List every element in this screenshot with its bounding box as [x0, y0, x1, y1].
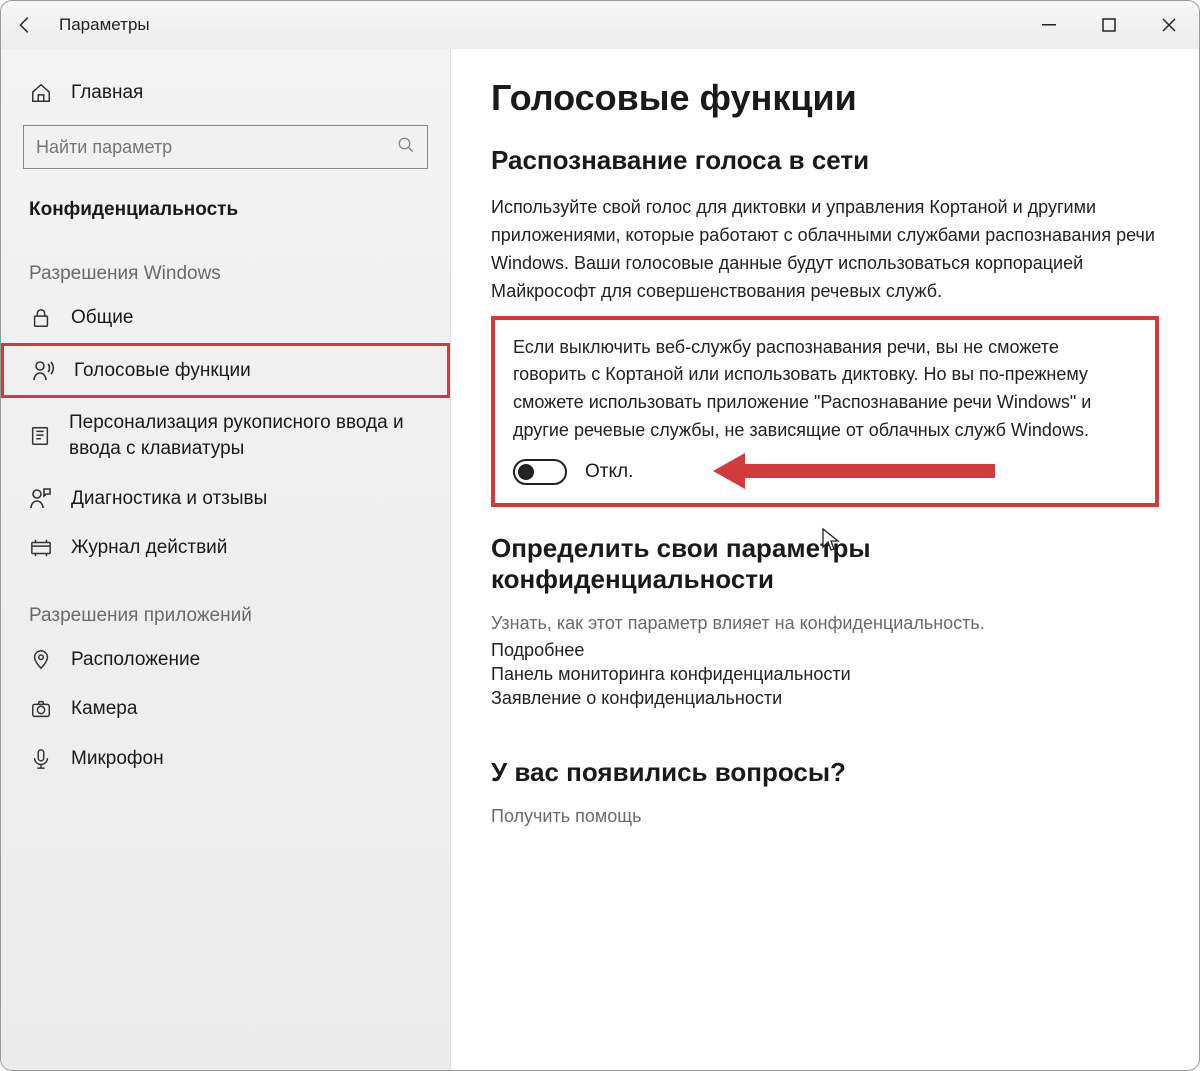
sidebar-item-label: Камера [71, 696, 137, 722]
sidebar-item-activity[interactable]: Журнал действий [1, 523, 450, 573]
maximize-button[interactable] [1079, 1, 1139, 49]
sidebar-section-windows: Разрешения Windows [1, 231, 450, 293]
minimize-button[interactable] [1019, 1, 1079, 49]
home-icon [29, 81, 53, 105]
search-box[interactable] [23, 125, 428, 169]
link-dashboard[interactable]: Панель мониторинга конфиденциальности [491, 664, 1159, 685]
link-more[interactable]: Подробнее [491, 640, 1159, 661]
search-icon [397, 136, 415, 158]
section-privacy-heading: Определить свои параметры конфиденциальн… [491, 533, 1159, 595]
titlebar: Параметры [1, 1, 1199, 49]
location-icon [29, 648, 53, 672]
search-input[interactable] [36, 137, 397, 158]
link-statement[interactable]: Заявление о конфиденциальности [491, 688, 1159, 709]
sidebar-item-label: Микрофон [71, 746, 164, 772]
sidebar-item-inking[interactable]: Персонализация рукописного ввода и ввода… [1, 398, 450, 473]
section-questions-heading: У вас появились вопросы? [491, 757, 1159, 788]
highlight-box: Если выключить веб-службу распознавания … [491, 316, 1159, 508]
annotation-arrow [713, 453, 995, 489]
history-icon [29, 536, 53, 560]
mic-icon [29, 747, 53, 771]
toggle-description: Если выключить веб-службу распознавания … [513, 334, 1137, 446]
link-help[interactable]: Получить помощь [491, 806, 1159, 827]
sidebar-item-location[interactable]: Расположение [1, 635, 450, 685]
toggle-knob [518, 464, 534, 480]
sidebar-group-label: Конфиденциальность [1, 181, 450, 231]
sidebar-item-label: Журнал действий [71, 535, 227, 561]
sidebar-item-camera[interactable]: Камера [1, 684, 450, 734]
page-title: Голосовые функции [491, 77, 1159, 119]
ink-icon [29, 424, 51, 448]
sidebar-item-label: Персонализация рукописного ввода и ввода… [69, 410, 422, 461]
sidebar-item-label: Диагностика и отзывы [71, 486, 267, 512]
sidebar-item-feedback[interactable]: Диагностика и отзывы [1, 474, 450, 524]
sidebar-home[interactable]: Главная [1, 69, 450, 117]
toggle-state-label: Откл. [585, 461, 633, 483]
sidebar-home-label: Главная [71, 82, 143, 104]
sidebar-item-label: Общие [71, 305, 133, 331]
feedback-icon [29, 486, 53, 510]
lock-icon [29, 306, 53, 330]
privacy-subtext: Узнать, как этот параметр влияет на конф… [491, 613, 1159, 634]
sidebar-item-label: Расположение [71, 647, 200, 673]
sidebar-item-general[interactable]: Общие [1, 293, 450, 343]
sidebar-section-apps: Разрешения приложений [1, 573, 450, 635]
back-button[interactable] [1, 1, 49, 49]
online-speech-toggle[interactable] [513, 459, 567, 485]
close-button[interactable] [1139, 1, 1199, 49]
camera-icon [29, 697, 53, 721]
sidebar-item-label: Голосовые функции [74, 358, 251, 384]
window-title: Параметры [59, 15, 150, 35]
sidebar-item-speech[interactable]: Голосовые функции [1, 343, 450, 399]
sidebar: Главная Конфиденциальность Разрешения Wi… [1, 49, 451, 1070]
online-description: Используйте свой голос для диктовки и уп… [491, 194, 1159, 306]
section-online-heading: Распознавание голоса в сети [491, 145, 1159, 176]
main-panel: Голосовые функции Распознавание голоса в… [451, 49, 1199, 1070]
voice-icon [32, 358, 56, 382]
sidebar-item-microphone[interactable]: Микрофон [1, 734, 450, 784]
